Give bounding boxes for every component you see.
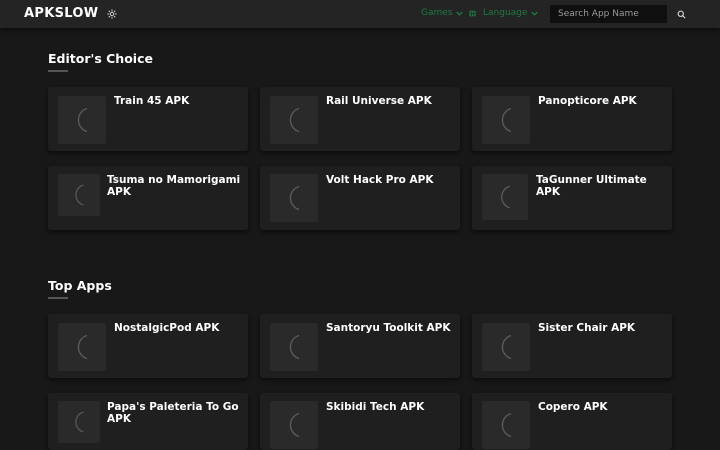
app-thumbnail bbox=[270, 96, 318, 144]
section-divider bbox=[48, 297, 68, 299]
app-thumbnail bbox=[482, 323, 530, 371]
app-card[interactable]: Rail Universe APK bbox=[260, 87, 460, 151]
search-input[interactable] bbox=[550, 5, 667, 23]
loading-spinner-icon bbox=[501, 185, 510, 209]
theme-toggle-sun-icon[interactable] bbox=[105, 7, 119, 21]
app-card[interactable]: Copero APK bbox=[472, 393, 672, 450]
globe-icon bbox=[468, 9, 477, 17]
app-title: Santoryu Toolkit APK bbox=[326, 322, 451, 334]
app-card[interactable]: Panopticore APK bbox=[472, 87, 672, 151]
app-card[interactable]: Volt Hack Pro APK bbox=[260, 166, 460, 230]
app-title: Rail Universe APK bbox=[326, 95, 432, 107]
app-card[interactable]: Skibidi Tech APK bbox=[260, 393, 460, 450]
app-thumbnail bbox=[58, 96, 106, 144]
chevron-down-icon bbox=[456, 11, 464, 16]
loading-spinner-icon bbox=[289, 334, 300, 360]
app-title: Sister Chair APK bbox=[538, 322, 636, 334]
app-thumbnail bbox=[58, 323, 106, 371]
app-card[interactable]: Tsuma no Mamorigami APK bbox=[48, 166, 248, 230]
section-divider bbox=[48, 70, 68, 72]
loading-spinner-icon bbox=[289, 412, 300, 438]
app-thumbnail bbox=[58, 401, 100, 443]
app-thumbnail bbox=[58, 174, 100, 216]
app-thumbnail bbox=[482, 401, 530, 449]
loading-spinner-icon bbox=[75, 411, 84, 433]
loading-spinner-icon bbox=[75, 184, 84, 206]
app-title: Panopticore APK bbox=[538, 95, 637, 107]
search-icon bbox=[677, 10, 685, 18]
loading-spinner-icon bbox=[501, 334, 512, 360]
loading-spinner-icon bbox=[289, 185, 300, 211]
section-title-editors-choice: Editor's Choice bbox=[48, 51, 153, 66]
chevron-down-icon bbox=[531, 11, 539, 16]
app-card[interactable]: Santoryu Toolkit APK bbox=[260, 314, 460, 378]
loading-spinner-icon bbox=[77, 334, 88, 360]
nav-language-label: Language bbox=[483, 8, 528, 18]
app-title: Papa's Paleteria To Go APK bbox=[107, 401, 239, 425]
section-title-top-apps: Top Apps bbox=[48, 278, 112, 293]
app-title: TaGunner Ultimate APK bbox=[536, 174, 647, 198]
loading-spinner-icon bbox=[77, 107, 88, 133]
app-thumbnail bbox=[270, 174, 318, 222]
top-header: APKSLOW Games Language bbox=[0, 0, 720, 28]
app-title: Volt Hack Pro APK bbox=[326, 174, 434, 186]
app-title: Skibidi Tech APK bbox=[326, 401, 425, 413]
app-thumbnail bbox=[482, 96, 530, 144]
nav-games-label: Games bbox=[421, 8, 453, 18]
app-title: Tsuma no Mamorigami APK bbox=[107, 174, 241, 198]
app-title: Train 45 APK bbox=[114, 95, 190, 107]
search-button[interactable] bbox=[667, 5, 695, 23]
app-card[interactable]: Train 45 APK bbox=[48, 87, 248, 151]
app-title: Copero APK bbox=[538, 401, 608, 413]
app-card[interactable]: Sister Chair APK bbox=[472, 314, 672, 378]
loading-spinner-icon bbox=[501, 412, 512, 438]
nav-games-dropdown[interactable]: Games bbox=[421, 8, 464, 18]
app-title: NostalgicPod APK bbox=[114, 322, 220, 334]
app-card[interactable]: TaGunner Ultimate APK bbox=[472, 166, 672, 230]
app-thumbnail bbox=[482, 174, 528, 220]
loading-spinner-icon bbox=[501, 107, 512, 133]
app-card[interactable]: Papa's Paleteria To Go APK bbox=[48, 393, 248, 450]
nav-language-dropdown[interactable]: Language bbox=[468, 8, 539, 18]
app-thumbnail bbox=[270, 401, 318, 449]
app-card[interactable]: NostalgicPod APK bbox=[48, 314, 248, 378]
app-thumbnail bbox=[270, 323, 318, 371]
loading-spinner-icon bbox=[289, 107, 300, 133]
site-logo[interactable]: APKSLOW bbox=[24, 6, 98, 21]
